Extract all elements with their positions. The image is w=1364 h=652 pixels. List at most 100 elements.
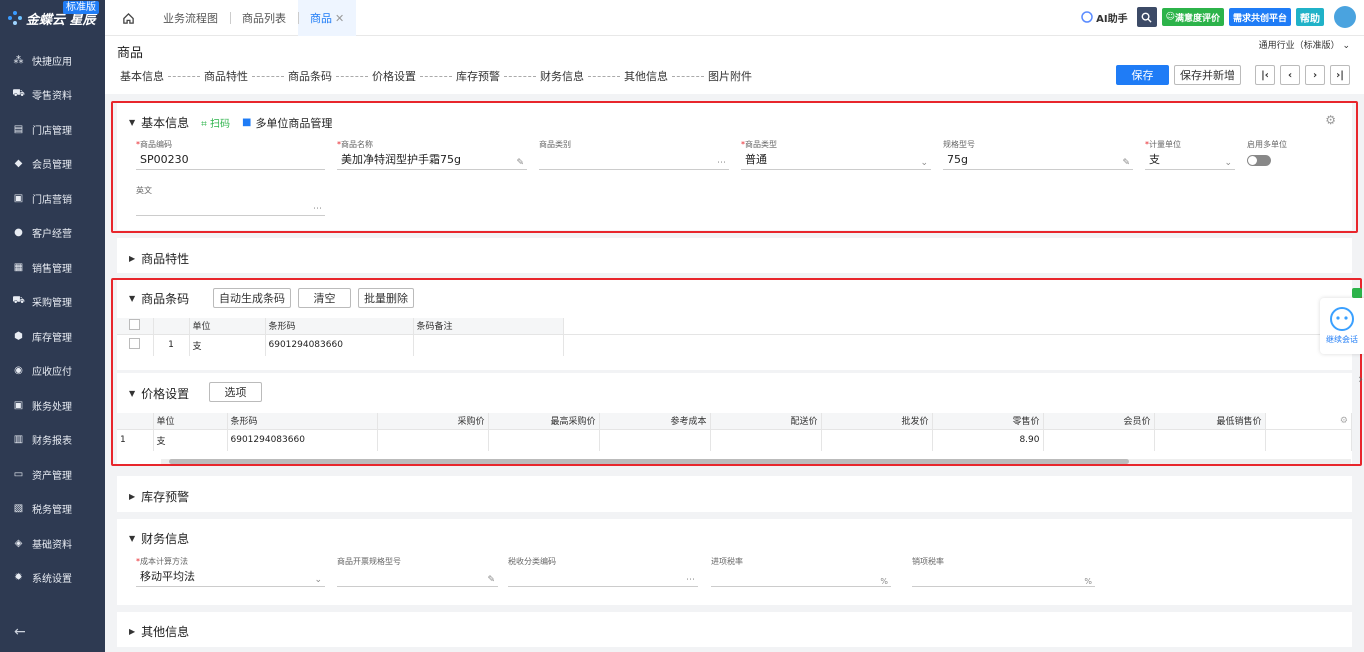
features-header[interactable]: ▶ 商品特性 (129, 250, 189, 267)
wholesale-price-cell[interactable] (821, 428, 933, 451)
chevron-down-icon[interactable]: ⌄ (1224, 154, 1232, 172)
continue-chat-widget[interactable]: 继续会话 (1320, 298, 1364, 354)
basic-field-1[interactable]: *商品名称 美加净特润型护手霜75g ✎ (337, 139, 527, 170)
sidebar-item-4[interactable]: ▣ 门店营销 (0, 181, 105, 216)
basic-field-4[interactable]: 规格型号 75g ✎ (943, 139, 1133, 170)
options-button[interactable]: 选项 (209, 382, 262, 402)
sidebar-item-15[interactable]: ✹ 系统设置 (0, 561, 105, 596)
field-input[interactable]: % (711, 568, 891, 587)
settings-gear-icon[interactable]: ⚙ (1325, 113, 1336, 127)
basic-field-3[interactable]: *商品类型 普通 ⌄ (741, 139, 931, 170)
sidebar-item-12[interactable]: ▭ 资产管理 (0, 457, 105, 492)
barcode-cell[interactable]: 6901294083660 (265, 333, 414, 356)
ai-assistant-button[interactable]: AI助手 (1081, 10, 1128, 25)
unit-cell[interactable]: 支 (153, 428, 228, 451)
prev-record-icon[interactable]: ‹ (1280, 65, 1300, 85)
edit-icon[interactable]: ✎ (1122, 154, 1130, 172)
anchor-0[interactable]: 基本信息 (120, 68, 164, 84)
edit-icon[interactable]: ✎ (487, 571, 495, 589)
barcode-cell[interactable]: 6901294083660 (227, 428, 378, 451)
remark-cell[interactable] (413, 333, 564, 356)
demand-platform-button[interactable]: 需求共创平台 (1228, 8, 1291, 26)
side-panel-arrow-icon[interactable]: › (1358, 372, 1363, 386)
search-button[interactable] (1136, 7, 1157, 27)
barcode-header[interactable]: ▼ 商品条码 (129, 290, 189, 307)
batch-delete-button[interactable]: 批量删除 (358, 288, 414, 308)
unit-cell[interactable]: 支 (189, 333, 266, 356)
sidebar-item-13[interactable]: ▧ 税务管理 (0, 492, 105, 527)
more-icon[interactable]: ⋯ (717, 154, 726, 172)
sidebar-item-7[interactable]: ⛟ 采购管理 (0, 285, 105, 320)
sidebar-item-11[interactable]: ▥ 财务报表 (0, 423, 105, 458)
finance-field-1[interactable]: 商品开票规格型号 ✎ (337, 556, 498, 587)
save-button[interactable]: 保存 (1116, 65, 1169, 85)
basic-field-2[interactable]: 商品类别 ⋯ (539, 139, 729, 170)
multi-unit-button[interactable]: ■ 多单位商品管理 (242, 115, 332, 131)
next-record-icon[interactable]: › (1305, 65, 1325, 85)
more-icon[interactable]: ⋯ (313, 200, 322, 218)
min-sale-price-cell[interactable] (1154, 428, 1266, 451)
row-checkbox[interactable] (129, 338, 141, 350)
finance-field-3[interactable]: 进项税率% (711, 556, 891, 587)
field-input[interactable]: ⋯ (508, 568, 698, 587)
english-input[interactable]: ⋯ (136, 197, 325, 216)
finance-field-0[interactable]: *成本计算方法 移动平均法 ⌄ (136, 556, 325, 587)
table-row[interactable]: 1 支 6901294083660 8.90 (117, 428, 1352, 451)
other-info-header[interactable]: ▶ 其他信息 (129, 623, 189, 640)
collapse-sidebar-icon[interactable]: ← (14, 624, 26, 640)
reference-cost-cell[interactable] (599, 428, 711, 451)
edit-icon[interactable]: ✎ (516, 154, 524, 172)
close-tab-icon[interactable]: ✕ (335, 12, 344, 25)
max-purchase-price-cell[interactable] (488, 428, 600, 451)
field-input[interactable]: 美加净特润型护手霜75g ✎ (337, 151, 527, 170)
sidebar-item-5[interactable]: ● 客户经营 (0, 216, 105, 251)
finance-field-4[interactable]: 销项税率% (912, 556, 1095, 587)
sidebar-item-10[interactable]: ▣ 账务处理 (0, 388, 105, 423)
basic-field-6[interactable]: 启用多单位 (1247, 139, 1327, 166)
sidebar-item-14[interactable]: ◈ 基础资料 (0, 526, 105, 561)
field-input[interactable]: 移动平均法 ⌄ (136, 568, 325, 587)
retail-price-cell[interactable]: 8.90 (932, 428, 1044, 451)
row-checkbox-cell[interactable] (117, 333, 154, 356)
last-record-icon[interactable]: ›| (1330, 65, 1350, 85)
finance-header[interactable]: ▼ 财务信息 (129, 530, 189, 547)
industry-select[interactable]: 通用行业（标准版） ⌄ (1259, 38, 1350, 51)
field-input[interactable]: 普通 ⌄ (741, 151, 931, 170)
auto-generate-barcode-button[interactable]: 自动生成条码 (213, 288, 291, 308)
field-input[interactable]: ⋯ (539, 151, 729, 170)
anchor-6[interactable]: 其他信息 (624, 68, 668, 84)
avatar[interactable] (1334, 6, 1356, 28)
sidebar-item-8[interactable]: ⬢ 库存管理 (0, 319, 105, 354)
sidebar-item-1[interactable]: ⛟ 零售资料 (0, 78, 105, 113)
column-settings-icon[interactable]: ⚙ (1265, 413, 1352, 429)
scrollbar-thumb[interactable] (169, 459, 1129, 464)
anchor-7[interactable]: 图片附件 (708, 68, 752, 84)
delivery-price-cell[interactable] (710, 428, 822, 451)
anchor-3[interactable]: 价格设置 (372, 68, 416, 84)
tab-product-list[interactable]: 商品列表 (230, 0, 298, 36)
sidebar-item-3[interactable]: ◆ 会员管理 (0, 147, 105, 182)
more-icon[interactable]: ⋯ (686, 571, 695, 589)
table-row[interactable]: 1 支 6901294083660 (117, 333, 1352, 356)
sidebar-item-2[interactable]: ▤ 门店管理 (0, 112, 105, 147)
anchor-4[interactable]: 库存预警 (456, 68, 500, 84)
select-all-checkbox[interactable] (129, 318, 141, 330)
anchor-2[interactable]: 商品条码 (288, 68, 332, 84)
sidebar-item-9[interactable]: ◉ 应收应付 (0, 354, 105, 389)
field-input[interactable]: % (912, 568, 1095, 587)
finance-field-2[interactable]: 税收分类编码 ⋯ (508, 556, 698, 587)
basic-field-0[interactable]: *商品编码 SP00230 (136, 139, 325, 170)
field-input[interactable]: 75g ✎ (943, 151, 1133, 170)
chevron-down-icon[interactable]: ⌄ (920, 154, 928, 172)
home-icon[interactable] (105, 0, 151, 36)
anchor-1[interactable]: 商品特性 (204, 68, 248, 84)
purchase-price-cell[interactable] (377, 428, 489, 451)
empty-cell[interactable] (1265, 428, 1352, 451)
satisfaction-review-button[interactable]: ☺ 满意度评价 (1161, 8, 1224, 26)
basic-info-header[interactable]: ▼ 基本信息 ⌗ 扫码 ■ 多单位商品管理 (129, 114, 332, 131)
tab-product[interactable]: 商品 ✕ (298, 0, 357, 36)
chevron-down-icon[interactable]: ⌄ (314, 571, 322, 589)
first-record-icon[interactable]: |‹ (1255, 65, 1275, 85)
horizontal-scrollbar[interactable] (161, 459, 1351, 464)
app-logo[interactable]: 金蝶云 星辰 标准版 (0, 0, 105, 36)
